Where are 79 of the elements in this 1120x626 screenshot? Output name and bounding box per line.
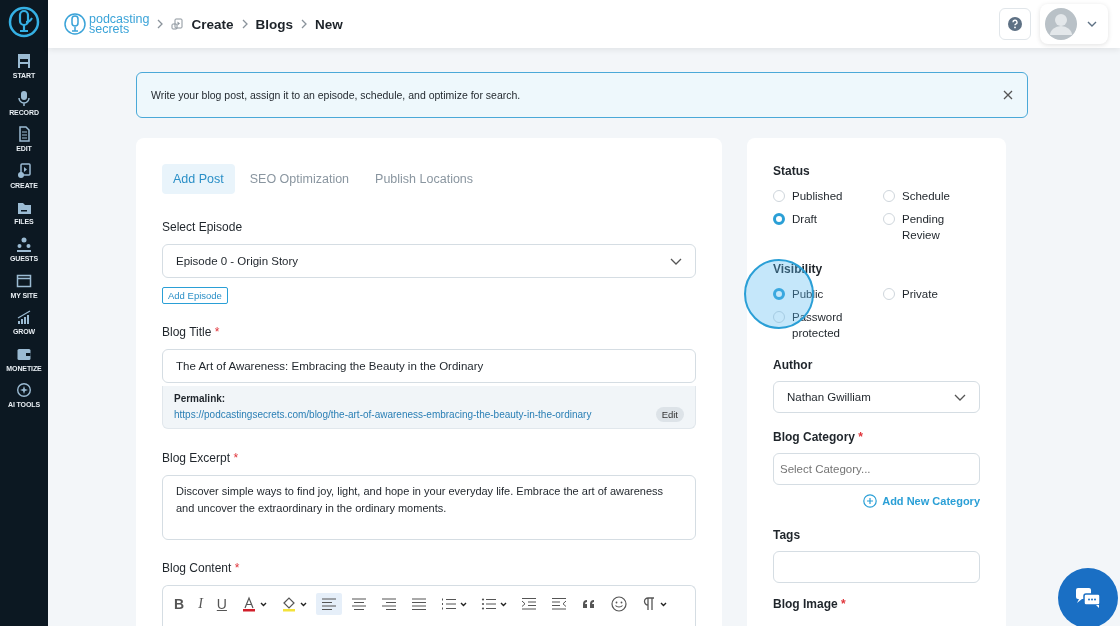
toolbar-button[interactable] — [315, 593, 342, 615]
section-label: Tags — [773, 528, 802, 542]
toolbar-button[interactable]: U — [211, 593, 232, 615]
font-color-icon — [240, 596, 257, 612]
indent-icon — [520, 596, 537, 612]
caret-icon — [659, 601, 667, 607]
section-label: Author — [773, 358, 814, 372]
chevron-down-icon — [670, 257, 682, 265]
field-label: Blog Content * — [162, 561, 241, 575]
tags-input[interactable] — [773, 551, 980, 583]
permalink-label: Permalink: — [174, 393, 227, 404]
section-label: Blog Image * — [773, 597, 847, 611]
video-file-icon — [16, 162, 32, 179]
podcast-logo-icon — [8, 6, 40, 38]
category-input[interactable]: Select Category... — [773, 453, 980, 485]
align-left-icon — [320, 596, 337, 612]
radio-button[interactable] — [883, 190, 895, 202]
chevron-right-icon — [157, 19, 164, 29]
numbered-list-icon — [440, 596, 457, 612]
radio-button[interactable] — [883, 288, 895, 300]
caret-icon — [499, 601, 507, 607]
bar-chart-icon — [16, 309, 32, 326]
toolbar-button[interactable]: I — [193, 593, 208, 615]
people-icon — [16, 235, 32, 252]
breadcrumb-link[interactable]: Blogs — [255, 16, 293, 32]
microphone-logo-icon — [64, 13, 86, 35]
section-label: Blog Category * — [773, 430, 865, 444]
author-dropdown[interactable]: Nathan Gwilliam — [773, 381, 980, 413]
excerpt-textarea[interactable]: Discover simple ways to find joy, light, and hope in your everyday life. Embrace the art of awareness and uncover the extraordinary in the ordinary moments. — [162, 475, 696, 540]
sign-icon — [16, 53, 32, 69]
video-file-icon — [171, 18, 184, 30]
close-button[interactable] — [1003, 90, 1013, 100]
field-label: Blog Title * — [162, 325, 221, 339]
plus-circle-icon — [863, 494, 878, 508]
radio-option[interactable]: Schedule — [883, 188, 980, 204]
caret-icon — [299, 601, 307, 607]
breadcrumb-link[interactable]: New — [315, 16, 343, 32]
chevron-right-icon — [241, 19, 248, 29]
field-label: Select Episode — [162, 220, 244, 234]
radio-button[interactable] — [773, 288, 785, 300]
caret-icon — [459, 601, 467, 607]
chat-button[interactable] — [1058, 568, 1118, 626]
chat-bubbles-icon — [1075, 587, 1101, 609]
microphone-icon — [16, 89, 32, 106]
caret-icon — [259, 601, 267, 607]
radio-button[interactable] — [773, 190, 785, 202]
chevron-down-icon — [954, 393, 966, 401]
smiley-icon — [610, 596, 627, 612]
outdent-icon — [550, 596, 567, 612]
close-icon — [1003, 90, 1013, 100]
align-center-icon — [350, 596, 367, 612]
episode-dropdown[interactable]: Episode 0 - Origin Story — [162, 244, 696, 278]
toolbar-button[interactable]: B — [169, 593, 190, 615]
title-input[interactable]: The Art of Awareness: Embracing the Beauty in the Ordinary — [162, 349, 696, 383]
help-button[interactable] — [999, 8, 1031, 40]
radio-option[interactable]: Private — [883, 286, 980, 302]
radio-button[interactable] — [773, 213, 785, 225]
bullet-list-icon — [480, 596, 497, 612]
breadcrumb-link[interactable]: Create — [191, 16, 234, 32]
radio-button[interactable] — [773, 311, 785, 323]
radio-option[interactable]: Pending Review — [883, 211, 980, 243]
browser-window-icon — [16, 272, 32, 289]
radio-option[interactable]: Published — [773, 188, 883, 204]
avatar-icon — [1045, 8, 1077, 40]
add-episode-button[interactable]: Add Episode — [162, 287, 228, 304]
info-text: Write your blog post, assign it to an episode, schedule, and optimize for search. — [151, 89, 521, 101]
paint-bucket-icon — [280, 596, 297, 612]
permalink-link[interactable]: https://podcastingsecrets.com/blog/the-art-of-awareness-embracing-the-beauty-in-the-ordinary — [174, 409, 592, 420]
help-icon — [1008, 17, 1022, 31]
radio-button[interactable] — [883, 213, 895, 225]
justify-icon — [410, 596, 427, 612]
align-right-icon — [380, 596, 397, 612]
edit-button[interactable]: Edit — [655, 407, 684, 422]
section-label: Status — [773, 164, 811, 178]
radio-option[interactable]: Draft — [773, 211, 883, 243]
chevron-right-icon — [301, 19, 307, 29]
chevron-down-icon — [1087, 21, 1097, 27]
field-label: Blog Excerpt * — [162, 451, 240, 465]
document-icon — [16, 126, 32, 143]
